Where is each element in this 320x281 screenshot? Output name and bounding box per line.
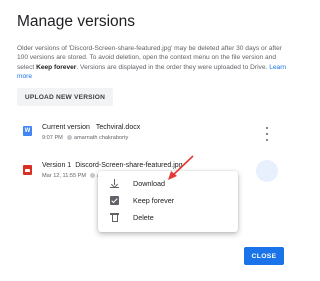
description-keep-forever: Keep forever xyxy=(36,63,77,71)
description-text-2: . Versions are displayed in the order th… xyxy=(76,63,270,71)
menu-item-label: Delete xyxy=(133,213,154,222)
annotation-arrow-icon xyxy=(168,155,194,180)
version-date: 9:07 PM xyxy=(42,135,63,141)
avatar xyxy=(90,173,96,179)
checkbox-icon[interactable] xyxy=(110,196,119,205)
version-label: Version 1 xyxy=(42,162,72,169)
version-date: Mar 12, 11:55 PM xyxy=(42,173,87,179)
upload-new-version-button[interactable]: UPLOAD NEW VERSION xyxy=(17,88,113,106)
menu-item-keep-forever[interactable]: Keep forever xyxy=(98,192,238,209)
menu-item-label: Keep forever xyxy=(133,196,175,205)
version-filename: Techviral.docx xyxy=(95,124,141,131)
menu-item-delete[interactable]: Delete xyxy=(98,209,238,226)
avatar xyxy=(66,135,72,141)
dialog-title: Manage versions xyxy=(17,13,136,30)
version-row-current[interactable]: W Current version Techviral.docx 9:07 PM a… xyxy=(0,120,300,148)
image-file-icon xyxy=(23,165,32,175)
close-button[interactable]: CLOSE xyxy=(244,247,284,265)
word-doc-icon: W xyxy=(23,126,32,136)
dialog-description: Older versions of 'Discord-Screen-share-… xyxy=(17,44,289,82)
manage-versions-dialog: Manage versions Older versions of 'Disco… xyxy=(0,0,300,281)
download-icon xyxy=(110,179,119,189)
version-user: amarnath chakraborty xyxy=(73,135,129,141)
more-options-icon[interactable] xyxy=(262,126,272,142)
version-label: Current version xyxy=(42,124,90,131)
trash-icon xyxy=(110,213,119,222)
